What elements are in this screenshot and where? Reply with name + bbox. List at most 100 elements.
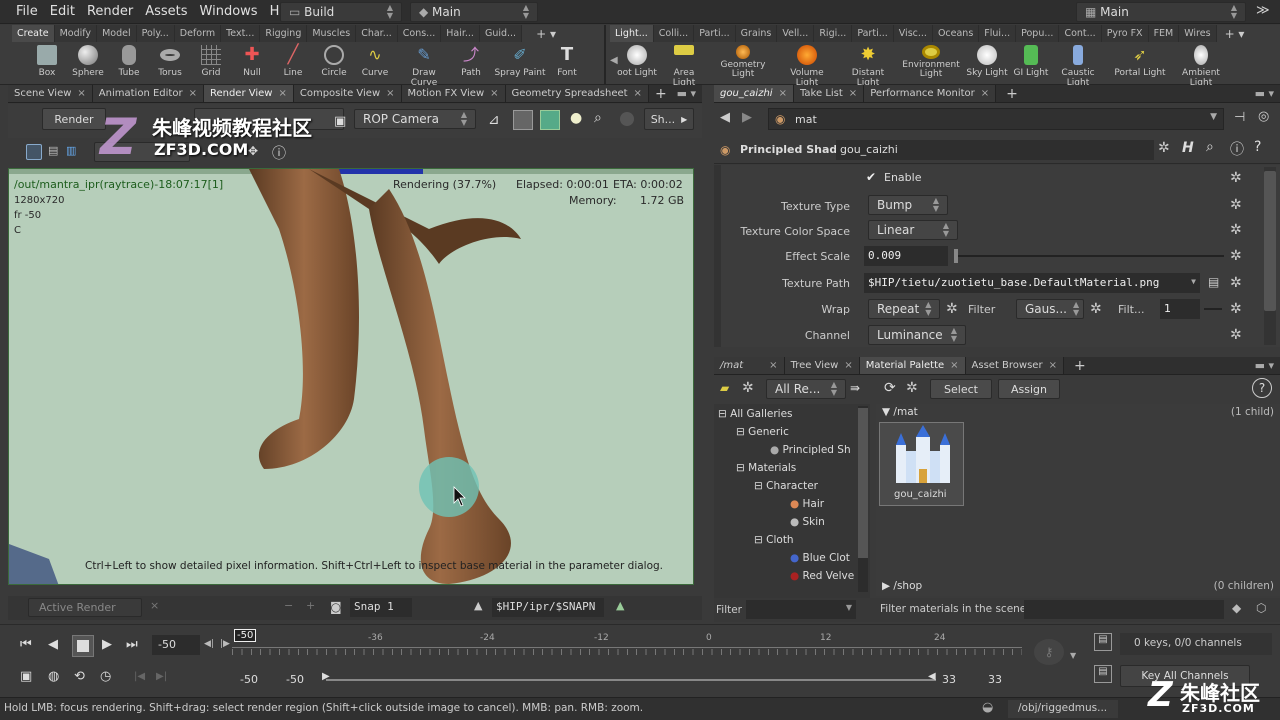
tool-box[interactable]: Box: [24, 45, 70, 78]
tree-item-character[interactable]: ⊟ Character: [754, 480, 818, 492]
shelf-tab-char[interactable]: Char...: [356, 25, 398, 42]
pane-menu-icon[interactable]: ▬ ▾: [1255, 359, 1274, 372]
tab-material-palette[interactable]: Material Palette ×: [859, 357, 966, 374]
tool-grid[interactable]: Grid: [188, 45, 234, 78]
shelf-tab-wires[interactable]: Wires: [1179, 25, 1217, 42]
tree-item-skin[interactable]: ● Skin: [790, 516, 825, 528]
gear-icon[interactable]: ✲: [1230, 170, 1242, 186]
shelf-tab-popu[interactable]: Popu...: [1016, 25, 1060, 42]
channel-list-icon[interactable]: ▤: [1094, 633, 1112, 651]
tab-tree-view[interactable]: Tree View ×: [784, 357, 860, 374]
gear-icon[interactable]: ✲: [742, 380, 754, 396]
shelf-tab-cont[interactable]: Cont...: [1059, 25, 1102, 42]
audio-icon[interactable]: ▣: [20, 669, 32, 684]
desktop-dropdown[interactable]: ▭ Build ▲ ▼: [280, 2, 402, 22]
close-icon[interactable]: ×: [981, 88, 989, 99]
tab-mat[interactable]: /mat ×: [714, 357, 785, 374]
camera-icon[interactable]: ◙: [330, 600, 342, 614]
view-icon[interactable]: [26, 144, 42, 160]
tool-distant-light[interactable]: ✸ Distant Light: [840, 45, 896, 89]
filter-width-slider[interactable]: [1204, 308, 1222, 310]
color-space-dropdown[interactable]: Linear ▲ ▼: [868, 220, 958, 240]
close-icon[interactable]: ×: [634, 88, 642, 99]
effect-scale-handle[interactable]: [954, 249, 958, 263]
help-icon[interactable]: ?: [1252, 378, 1272, 398]
gear-icon[interactable]: ✲: [1158, 140, 1170, 156]
tool-geometry-light[interactable]: Geometry Light: [718, 45, 768, 79]
effect-scale-field[interactable]: 0.009: [864, 246, 948, 266]
tool-gi-light[interactable]: GI Light: [1008, 45, 1054, 78]
shading-dropdown[interactable]: Sh... ▶: [644, 108, 694, 130]
tab-performance-monitor[interactable]: Performance Monitor ×: [864, 85, 997, 102]
shelf-tab-deform[interactable]: Deform: [174, 25, 222, 42]
path-menu-icon[interactable]: ▼: [1191, 277, 1196, 286]
gallery-filter-dropdown[interactable]: All Re... ▲ ▼: [766, 379, 846, 399]
tree-item-all-galleries[interactable]: ⊟ All Galleries: [718, 408, 793, 420]
tool-null[interactable]: ✚ Null: [229, 45, 275, 79]
shelf-tab-colli[interactable]: Colli...: [653, 25, 695, 42]
load-snap-icon[interactable]: ▲: [616, 599, 624, 612]
region-icon[interactable]: [513, 110, 533, 130]
range-start[interactable]: -50: [240, 673, 258, 686]
network-path-field[interactable]: /obj/riggedmus...: [1008, 700, 1118, 718]
select-button[interactable]: Select: [930, 379, 992, 399]
pane-menu-icon[interactable]: ▬ ▾: [1255, 87, 1274, 100]
plus-icon[interactable]: +: [306, 599, 315, 612]
record-icon[interactable]: [620, 112, 634, 126]
shelf-tab-visc[interactable]: Visc...: [893, 25, 933, 42]
gear-icon[interactable]: ✲: [906, 380, 918, 396]
chat-icon[interactable]: ◒: [982, 700, 993, 715]
shelf-tab-hair[interactable]: Hair...: [441, 25, 480, 42]
tab-take-list[interactable]: Take List ×: [793, 85, 865, 102]
tool-volume-light[interactable]: Volume Light: [778, 45, 836, 88]
tool-curve[interactable]: ∿ Curve: [352, 45, 398, 78]
tool-draw-curve[interactable]: ✎ Draw Curve: [398, 45, 450, 88]
minus-icon[interactable]: −: [284, 599, 293, 612]
prev-key-icon[interactable]: |◀: [134, 671, 145, 682]
close-icon[interactable]: ×: [278, 88, 286, 99]
jump-start-icon[interactable]: ⏮: [20, 637, 32, 652]
tree-item-principled[interactable]: ● Principled Sh: [770, 444, 851, 456]
pin-icon[interactable]: ⊿: [488, 112, 500, 128]
render-button[interactable]: Render: [42, 108, 106, 130]
tool-font[interactable]: T Font: [544, 45, 590, 79]
hexagon-icon[interactable]: ⬡: [1256, 601, 1266, 615]
shelf-tab-flui[interactable]: Flui...: [979, 25, 1017, 42]
tool-point-light[interactable]: oot Light: [614, 45, 660, 78]
tool-path[interactable]: ⤴ Path: [448, 45, 494, 78]
close-icon[interactable]: ×: [950, 360, 958, 371]
add-tab-icon[interactable]: +: [655, 86, 667, 102]
range-end-handle[interactable]: ◀: [928, 671, 936, 682]
file-browse-icon[interactable]: ▤: [1208, 275, 1219, 289]
shelf-tab-lights[interactable]: Light...: [610, 25, 654, 42]
next-key-icon[interactable]: ▶|: [156, 671, 167, 682]
add-tab-icon[interactable]: +: [1006, 86, 1018, 102]
tool-tube[interactable]: Tube: [106, 45, 152, 78]
shelf-tab-rigi[interactable]: Rigi...: [814, 25, 853, 42]
tool-torus[interactable]: Torus: [147, 45, 193, 78]
gear-icon[interactable]: ✲: [1230, 222, 1242, 238]
tab-asset-browser[interactable]: Asset Browser ×: [965, 357, 1064, 374]
effect-scale-slider[interactable]: [954, 255, 1224, 257]
menu-overflow-icon[interactable]: ≫: [1256, 3, 1270, 18]
scene-filter-input[interactable]: [1024, 600, 1224, 619]
shelf-tab-poly[interactable]: Poly...: [136, 25, 175, 42]
texture-type-dropdown[interactable]: Bump ▲ ▼: [868, 195, 948, 215]
jump-end-icon[interactable]: ⏭: [126, 637, 138, 652]
add-tab-icon[interactable]: +: [1074, 358, 1086, 374]
tree-item-cloth[interactable]: ⊟ Cloth: [754, 534, 794, 546]
save-snap-icon[interactable]: ▲: [474, 599, 482, 612]
gear-icon[interactable]: ✲: [1230, 327, 1242, 343]
playback-end[interactable]: 33: [942, 673, 956, 686]
tab-composite-view[interactable]: Composite View ×: [293, 85, 402, 102]
tool-environment-light[interactable]: Environment Light: [900, 45, 962, 79]
tab-render-view[interactable]: Render View ×: [203, 85, 294, 102]
path-dropdown-icon[interactable]: ▼: [1210, 112, 1217, 122]
shelf-tab-create[interactable]: Create: [12, 25, 55, 42]
tree-scroll-thumb[interactable]: [858, 408, 868, 558]
wrap-dropdown[interactable]: Repeat ▲ ▼: [868, 299, 940, 319]
refresh-icon[interactable]: ⟳: [884, 380, 896, 396]
rop-dropdown[interactable]: ROP Camera ▲ ▼: [354, 109, 476, 129]
shelf-tab-modify[interactable]: Modify: [54, 25, 98, 42]
pin-icon[interactable]: ⊣: [1234, 110, 1245, 125]
